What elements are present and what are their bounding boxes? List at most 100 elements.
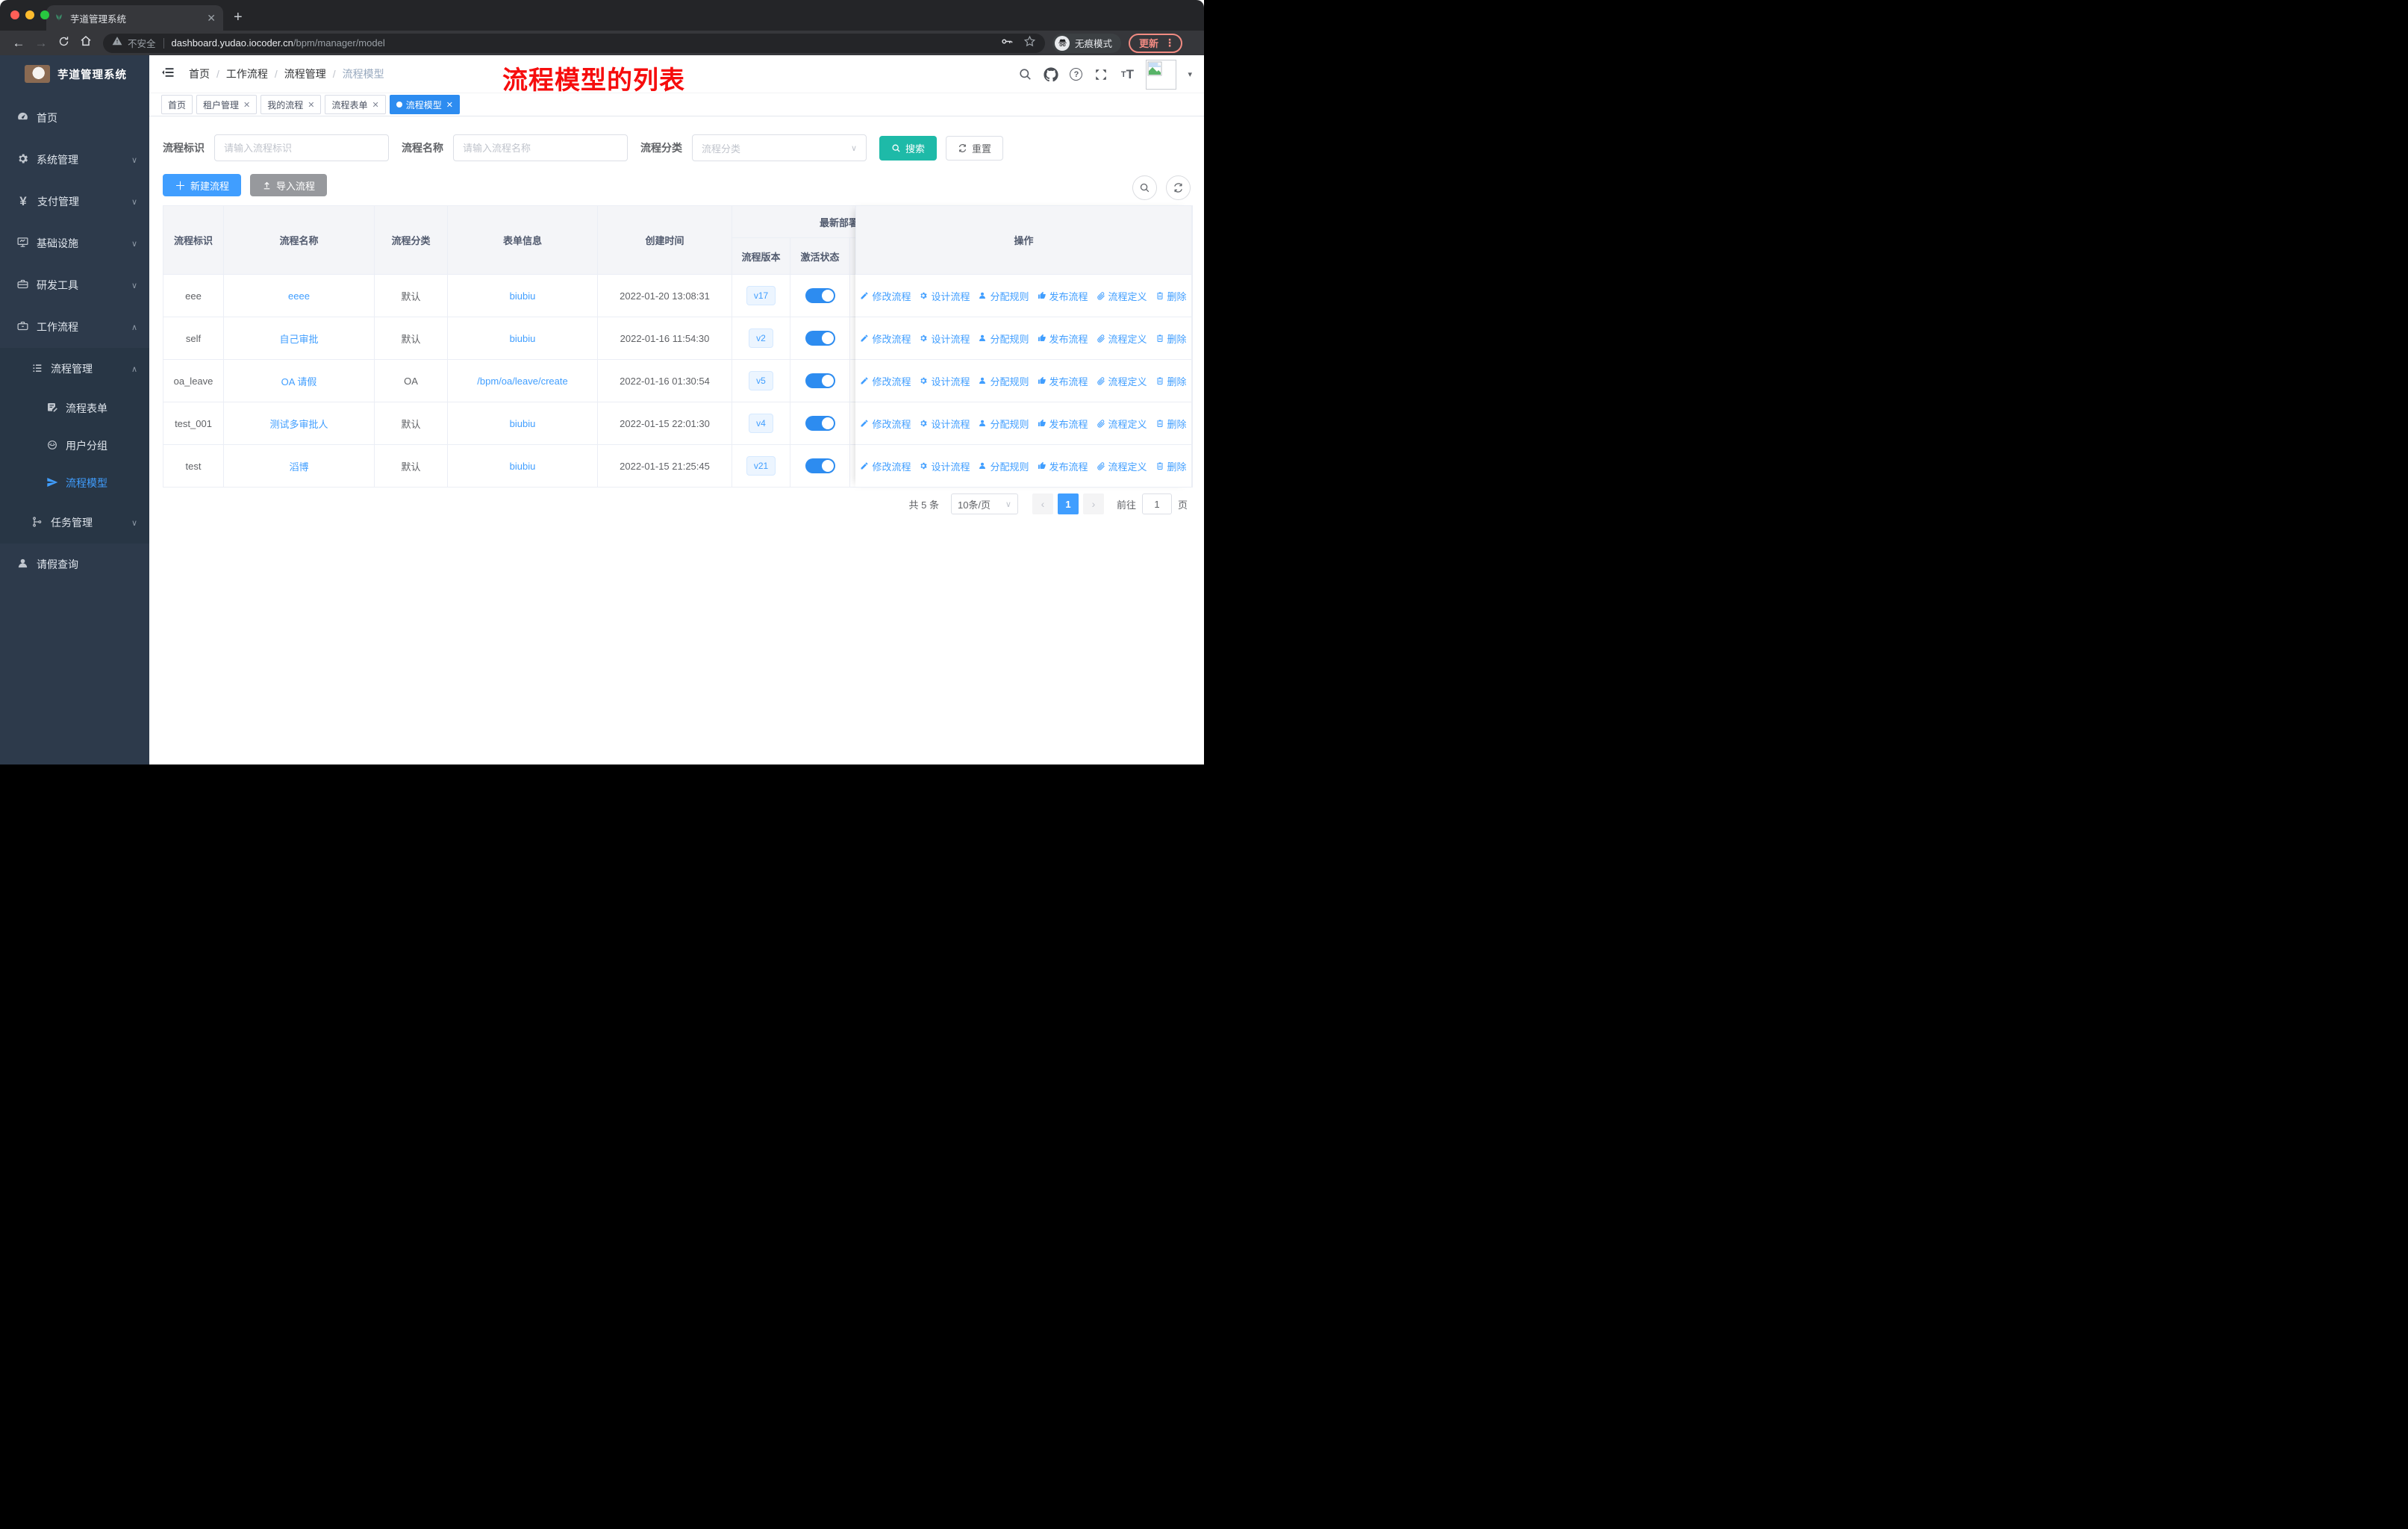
form-info-link[interactable]: biubiu bbox=[510, 461, 536, 472]
reset-button[interactable]: 重置 bbox=[946, 135, 1004, 161]
next-page-button[interactable]: › bbox=[1082, 493, 1104, 514]
design-process-link[interactable]: 设计流程 bbox=[919, 459, 970, 473]
active-toggle[interactable] bbox=[805, 373, 835, 388]
sidebar-item-home[interactable]: 首页 bbox=[0, 97, 149, 139]
process-name-link[interactable]: OA 请假 bbox=[281, 376, 317, 387]
process-key-input[interactable] bbox=[224, 142, 379, 154]
category-select[interactable]: 流程分类 ∨ bbox=[692, 134, 867, 161]
design-process-link[interactable]: 设计流程 bbox=[919, 374, 970, 388]
breadcrumb-process-mgmt[interactable]: 流程管理 bbox=[284, 66, 326, 81]
forward-icon[interactable]: → bbox=[30, 36, 52, 51]
design-process-link[interactable]: 设计流程 bbox=[919, 289, 970, 303]
home-icon[interactable] bbox=[75, 35, 97, 51]
window-close-button[interactable] bbox=[10, 10, 19, 19]
sidebar-item-system[interactable]: 系统管理 ∨ bbox=[0, 139, 149, 181]
tag-tenant[interactable]: 租户管理 ✕ bbox=[196, 95, 258, 114]
close-icon[interactable]: ✕ bbox=[372, 100, 379, 110]
avatar-caret-icon[interactable]: ▾ bbox=[1188, 69, 1192, 79]
sidebar-item-user-group[interactable]: 用户分组 bbox=[0, 427, 149, 464]
design-process-link[interactable]: 设计流程 bbox=[919, 417, 970, 431]
process-name-link[interactable]: 测试多审批人 bbox=[269, 419, 328, 430]
close-icon[interactable]: ✕ bbox=[243, 100, 250, 110]
sidebar-item-devtools[interactable]: 研发工具 ∨ bbox=[0, 264, 149, 306]
sidebar-item-infra[interactable]: 基础设施 ∨ bbox=[0, 222, 149, 264]
github-icon[interactable] bbox=[1044, 66, 1059, 82]
new-tab-button[interactable]: + bbox=[234, 9, 243, 26]
breadcrumb-home[interactable]: 首页 bbox=[189, 66, 210, 81]
delete-link[interactable]: 删除 bbox=[1155, 459, 1187, 473]
sidebar-item-payment[interactable]: ¥ 支付管理 ∨ bbox=[0, 181, 149, 222]
delete-link[interactable]: 删除 bbox=[1155, 331, 1187, 346]
close-icon[interactable]: ✕ bbox=[446, 100, 453, 110]
active-toggle[interactable] bbox=[805, 458, 835, 473]
assign-rule-link[interactable]: 分配规则 bbox=[978, 459, 1029, 473]
breadcrumb-workflow[interactable]: 工作流程 bbox=[226, 66, 268, 81]
search-button[interactable]: 搜索 bbox=[879, 135, 938, 161]
fullscreen-icon[interactable] bbox=[1094, 67, 1108, 82]
form-info-link[interactable]: biubiu bbox=[510, 290, 536, 302]
font-size-icon[interactable]: TT bbox=[1120, 67, 1135, 82]
prev-page-button[interactable]: ‹ bbox=[1032, 493, 1053, 514]
modify-process-link[interactable]: 修改流程 bbox=[860, 417, 911, 431]
sidebar-item-task-mgmt[interactable]: 任务管理 ∨ bbox=[0, 502, 149, 544]
tag-process-model[interactable]: 流程模型 ✕ bbox=[389, 95, 460, 114]
window-minimize-button[interactable] bbox=[25, 10, 34, 19]
browser-tab[interactable]: 芋道管理系统 ✕ bbox=[46, 5, 223, 31]
sidebar-item-process-form[interactable]: 流程表单 bbox=[0, 390, 149, 427]
assign-rule-link[interactable]: 分配规则 bbox=[978, 417, 1029, 431]
sidebar-item-leave-query[interactable]: 请假查询 bbox=[0, 544, 149, 585]
modify-process-link[interactable]: 修改流程 bbox=[860, 331, 911, 346]
security-label[interactable]: 不安全 bbox=[128, 36, 156, 50]
modify-process-link[interactable]: 修改流程 bbox=[860, 459, 911, 473]
show-search-icon[interactable] bbox=[1132, 175, 1157, 200]
bookmark-star-icon[interactable] bbox=[1023, 35, 1036, 52]
reload-icon[interactable] bbox=[52, 36, 75, 51]
delete-link[interactable]: 删除 bbox=[1155, 374, 1187, 388]
active-toggle[interactable] bbox=[805, 331, 835, 346]
publish-process-link[interactable]: 发布流程 bbox=[1038, 289, 1088, 303]
process-name-link[interactable]: eeee bbox=[288, 290, 310, 302]
assign-rule-link[interactable]: 分配规则 bbox=[978, 374, 1029, 388]
modify-process-link[interactable]: 修改流程 bbox=[860, 289, 911, 303]
form-info-link[interactable]: biubiu bbox=[510, 418, 536, 429]
sidebar-collapse-icon[interactable] bbox=[160, 65, 175, 84]
sidebar-item-process-mgmt[interactable]: 流程管理 ∧ bbox=[0, 348, 149, 390]
tag-home[interactable]: 首页 bbox=[161, 95, 193, 114]
process-definition-link[interactable]: 流程定义 bbox=[1097, 331, 1147, 346]
active-toggle[interactable] bbox=[805, 416, 835, 431]
publish-process-link[interactable]: 发布流程 bbox=[1038, 459, 1088, 473]
key-icon[interactable] bbox=[1000, 35, 1013, 52]
active-toggle[interactable] bbox=[805, 288, 835, 303]
tag-my-process[interactable]: 我的流程 ✕ bbox=[261, 95, 322, 114]
process-definition-link[interactable]: 流程定义 bbox=[1097, 459, 1147, 473]
publish-process-link[interactable]: 发布流程 bbox=[1038, 417, 1088, 431]
form-info-link[interactable]: /bpm/oa/leave/create bbox=[477, 376, 567, 387]
address-bar[interactable]: 不安全 dashboard.yudao.iocoder.cn/bpm/manag… bbox=[103, 33, 1045, 53]
process-definition-link[interactable]: 流程定义 bbox=[1097, 417, 1147, 431]
page-size-select[interactable]: 10条/页 ∨ bbox=[950, 493, 1018, 514]
avatar[interactable] bbox=[1146, 59, 1177, 90]
process-definition-link[interactable]: 流程定义 bbox=[1097, 289, 1147, 303]
modify-process-link[interactable]: 修改流程 bbox=[860, 374, 911, 388]
import-process-button[interactable]: 导入流程 bbox=[250, 174, 328, 196]
process-name-link[interactable]: 自己审批 bbox=[279, 334, 318, 345]
publish-process-link[interactable]: 发布流程 bbox=[1038, 331, 1088, 346]
tag-process-form[interactable]: 流程表单 ✕ bbox=[325, 95, 386, 114]
search-icon[interactable] bbox=[1017, 67, 1032, 82]
refresh-icon[interactable] bbox=[1166, 175, 1191, 200]
process-name-input[interactable] bbox=[463, 142, 618, 154]
create-process-button[interactable]: ＋ 新建流程 bbox=[163, 174, 242, 196]
browser-menu-icon[interactable]: ⋮ bbox=[1164, 37, 1175, 49]
sidebar-item-process-model[interactable]: 流程模型 bbox=[0, 464, 149, 502]
tab-close-icon[interactable]: ✕ bbox=[207, 12, 216, 25]
form-info-link[interactable]: biubiu bbox=[510, 333, 536, 344]
process-name-link[interactable]: 滔博 bbox=[289, 461, 308, 473]
publish-process-link[interactable]: 发布流程 bbox=[1038, 374, 1088, 388]
process-definition-link[interactable]: 流程定义 bbox=[1097, 374, 1147, 388]
goto-page-input[interactable] bbox=[1141, 493, 1172, 514]
page-number[interactable]: 1 bbox=[1057, 493, 1079, 514]
window-zoom-button[interactable] bbox=[40, 10, 49, 19]
sidebar-item-workflow[interactable]: 工作流程 ∧ bbox=[0, 306, 149, 348]
close-icon[interactable]: ✕ bbox=[308, 100, 314, 110]
browser-update-button[interactable]: 更新 ⋮ bbox=[1129, 33, 1183, 53]
